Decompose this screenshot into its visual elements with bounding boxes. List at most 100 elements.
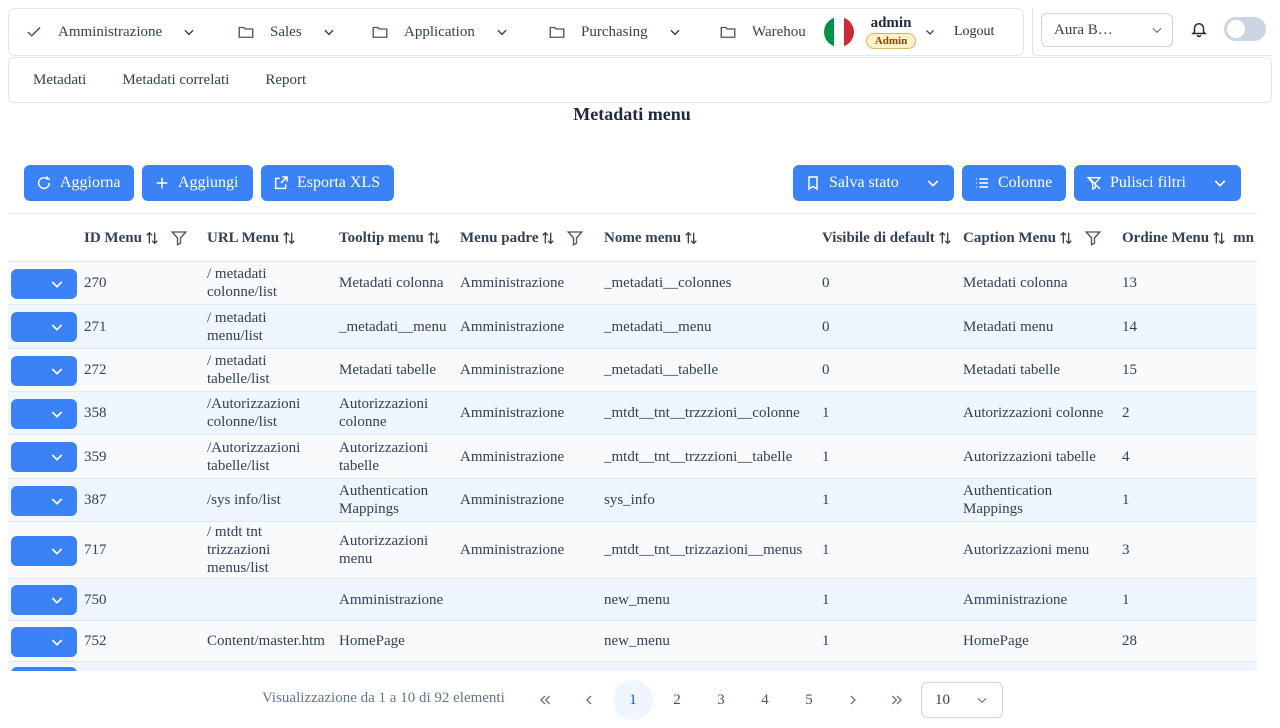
subnav-item-metadati[interactable]: Metadati bbox=[33, 72, 86, 89]
external-link-icon bbox=[274, 176, 288, 190]
cell-visible: 1 bbox=[822, 591, 830, 608]
cell-line: HomePage bbox=[963, 633, 1029, 649]
cell-order: 13 bbox=[1122, 275, 1137, 291]
sort-icon[interactable] bbox=[1058, 230, 1074, 246]
cell-name: sys_info bbox=[604, 492, 655, 508]
column-header-parent[interactable]: Menu padre bbox=[460, 214, 584, 262]
cell-parent: Amministrazione bbox=[460, 542, 565, 558]
clear-filters-dropdown[interactable] bbox=[1199, 165, 1241, 201]
cell-line: menu bbox=[339, 551, 373, 567]
subnav-item-report[interactable]: Report bbox=[265, 72, 306, 89]
column-header-caption[interactable]: Caption Menu bbox=[963, 214, 1102, 262]
row-actions-button[interactable] bbox=[11, 355, 77, 386]
filter-icon[interactable] bbox=[566, 229, 584, 247]
logout-button[interactable]: Logout bbox=[954, 24, 994, 40]
cell-line: Mappings bbox=[339, 501, 399, 517]
row-actions-button[interactable] bbox=[11, 268, 77, 299]
page-button-5[interactable]: 5 bbox=[789, 680, 829, 720]
columns-button[interactable]: Colonne bbox=[962, 165, 1066, 201]
sort-icon[interactable] bbox=[1211, 230, 1227, 246]
table-row bbox=[8, 662, 1257, 671]
export-xls-button[interactable]: Esporta XLS bbox=[261, 165, 394, 201]
sort-icon[interactable] bbox=[426, 230, 442, 246]
tenant-select[interactable]: Aura B… bbox=[1041, 13, 1173, 47]
refresh-button[interactable]: Aggiorna bbox=[24, 165, 134, 201]
clear-filters-button-label: Pulisci filtri bbox=[1110, 174, 1186, 191]
italian-flag-icon[interactable] bbox=[824, 17, 854, 47]
bell-icon[interactable] bbox=[1190, 20, 1208, 38]
rows-per-page-select[interactable]: 10 bbox=[921, 682, 1003, 718]
filter-icon[interactable] bbox=[1084, 229, 1102, 247]
row-actions-button[interactable] bbox=[11, 312, 77, 342]
column-header-label: ID Menu bbox=[84, 229, 142, 246]
cell-line: menus/list bbox=[207, 560, 269, 576]
sort-icon[interactable] bbox=[540, 230, 556, 246]
cell-id: 271 bbox=[84, 318, 107, 335]
nav-item-sales[interactable]: Sales bbox=[221, 9, 355, 55]
nav-item-label: Sales bbox=[270, 23, 302, 40]
cell-line: Autorizzazioni menu bbox=[963, 542, 1090, 558]
cell-url: / mtdt tnt trizzazioni menus/list bbox=[207, 522, 335, 578]
cell-name: _mtdt__tnt__trzzzioni__tabelle bbox=[604, 448, 793, 465]
page-button-4[interactable]: 4 bbox=[745, 680, 785, 720]
table-row: 272 / metadati tabelle/list Metadati tabell… bbox=[8, 349, 1257, 392]
row-actions-button[interactable] bbox=[11, 535, 77, 566]
sort-icon[interactable] bbox=[683, 230, 699, 246]
sort-icon[interactable] bbox=[937, 230, 953, 246]
nav-item-amministrazione[interactable]: Amministrazione bbox=[9, 9, 221, 55]
cell-caption: Amministrazione bbox=[963, 579, 1119, 620]
first-page-button[interactable] bbox=[525, 680, 565, 720]
cell-id: 387 bbox=[84, 492, 107, 508]
column-header-label: mn bbox=[1233, 229, 1254, 246]
cell-order: 14 bbox=[1122, 318, 1137, 335]
cell-line: Metadati menu bbox=[963, 318, 1054, 335]
column-header-tooltip[interactable]: Tooltip menu bbox=[339, 214, 442, 262]
list-icon bbox=[976, 178, 988, 188]
column-header-id[interactable]: ID Menu bbox=[84, 214, 188, 262]
nav-item-purchasing[interactable]: Purchasing bbox=[532, 9, 703, 55]
chevron-down-icon bbox=[51, 367, 63, 375]
user-menu[interactable]: admin Admin bbox=[864, 15, 918, 49]
cell-order: 2 bbox=[1122, 405, 1130, 421]
column-header-name[interactable]: Nome menu bbox=[604, 214, 699, 262]
cell-url: /sys info/list bbox=[207, 479, 335, 521]
cell-parent: Amministrazione bbox=[460, 448, 565, 465]
page-button-3[interactable]: 3 bbox=[701, 680, 741, 720]
nav-item-warehouse[interactable]: Warehou bbox=[703, 9, 820, 55]
plus-icon bbox=[156, 177, 168, 189]
last-page-button[interactable] bbox=[877, 680, 917, 720]
row-actions-button[interactable] bbox=[11, 585, 77, 615]
row-actions-button[interactable] bbox=[11, 626, 77, 657]
cell-caption: Metadati menu bbox=[963, 305, 1119, 348]
row-actions-button[interactable] bbox=[11, 398, 77, 429]
column-header-url[interactable]: URL Menu bbox=[207, 214, 297, 262]
row-actions-button[interactable] bbox=[11, 442, 77, 472]
chevron-down-icon[interactable] bbox=[924, 26, 936, 38]
cell-line: Autorizzazioni bbox=[339, 439, 429, 456]
next-page-button[interactable] bbox=[833, 680, 873, 720]
add-button[interactable]: Aggiungi bbox=[142, 165, 253, 201]
sort-icon[interactable] bbox=[144, 230, 160, 246]
chevron-down-icon bbox=[51, 547, 63, 555]
column-header-visible[interactable]: Visibile di default bbox=[822, 214, 953, 262]
save-state-dropdown[interactable] bbox=[912, 165, 954, 201]
cell-id: 359 bbox=[84, 448, 107, 465]
save-state-button[interactable]: Salva stato bbox=[793, 165, 954, 201]
prev-page-button[interactable] bbox=[569, 680, 609, 720]
sort-icon[interactable] bbox=[281, 230, 297, 246]
folder-icon bbox=[549, 26, 565, 38]
cell-line: / metadati bbox=[207, 309, 267, 326]
clear-filters-button[interactable]: Pulisci filtri bbox=[1074, 165, 1241, 201]
cell-order: 15 bbox=[1122, 362, 1137, 378]
filter-icon[interactable] bbox=[170, 229, 188, 247]
theme-toggle[interactable] bbox=[1224, 17, 1266, 41]
rows-per-page-value: 10 bbox=[935, 691, 950, 708]
subnav-item-metadati-correlati[interactable]: Metadati correlati bbox=[122, 72, 229, 89]
page-button-1[interactable]: 1 bbox=[613, 680, 653, 720]
column-header-order[interactable]: Ordine Menu mn bbox=[1122, 214, 1254, 262]
nav-item-application[interactable]: Application bbox=[355, 9, 532, 55]
row-actions-button[interactable] bbox=[11, 485, 77, 516]
page-button-2[interactable]: 2 bbox=[657, 680, 697, 720]
row-actions-button[interactable] bbox=[11, 667, 77, 671]
cell-line: tabelle/list bbox=[207, 457, 270, 474]
